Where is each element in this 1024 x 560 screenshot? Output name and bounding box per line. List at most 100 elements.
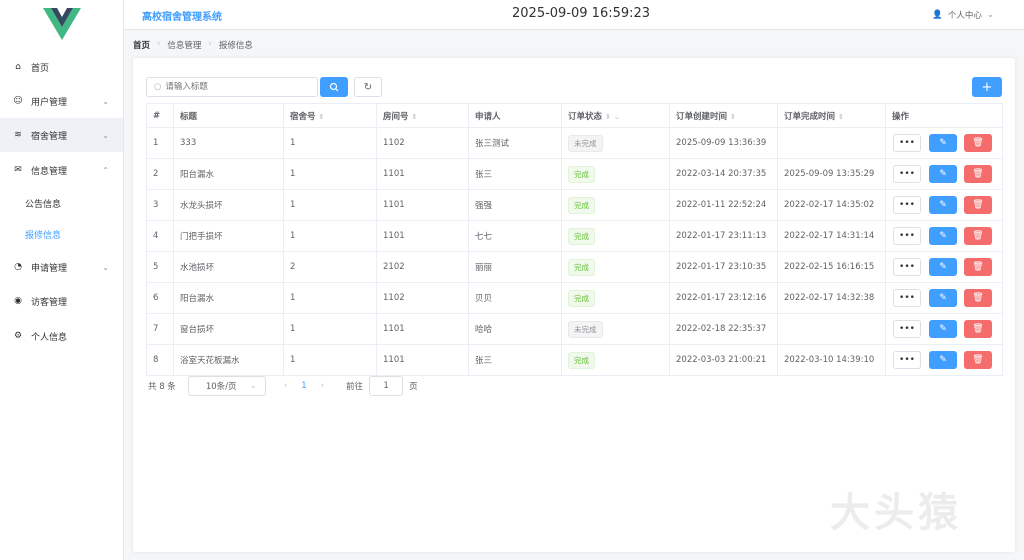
delete-button[interactable]: 🗑 xyxy=(964,196,992,214)
more-button[interactable]: ••• xyxy=(893,134,921,152)
edit-button[interactable]: ✎ xyxy=(929,258,957,276)
cell-text: 阳台漏水 xyxy=(180,170,215,180)
edit-button[interactable]: ✎ xyxy=(929,227,957,245)
table-cell: 浴室天花板漏水 xyxy=(173,344,284,376)
table-cell: 2022-01-17 23:12:16 xyxy=(669,282,778,314)
edit-button[interactable]: ✎ xyxy=(929,289,957,307)
next-page-button[interactable]: › xyxy=(321,381,324,391)
cell-text: 2022-02-17 14:32:38 xyxy=(784,293,875,303)
table-row: 8 浴室天花板漏水 1 1101 张三 完成 2022-03-03 21:00:21 2022… xyxy=(146,344,1003,376)
search-field[interactable] xyxy=(165,82,306,92)
more-button[interactable]: ••• xyxy=(893,165,921,183)
cell-text: 7 xyxy=(153,324,159,334)
more-button[interactable]: ••• xyxy=(893,227,921,245)
status-badge: 完成 xyxy=(568,258,595,276)
column-header[interactable]: 房间号 ⇕ xyxy=(376,103,469,128)
cell-text: 8 xyxy=(153,355,159,365)
table-cell: 丽丽 xyxy=(468,251,562,283)
delete-button[interactable]: 🗑 xyxy=(964,165,992,183)
table-cell: 完成 xyxy=(561,282,670,314)
delete-button[interactable]: 🗑 xyxy=(964,258,992,276)
cell-text: 门把手损坏 xyxy=(180,232,223,242)
breadcrumb-home[interactable]: 首页 xyxy=(133,39,150,51)
cell-text: 2022-02-15 16:16:15 xyxy=(784,262,875,272)
sort-icon[interactable]: ⇕ xyxy=(730,113,736,121)
cell-text: 1 xyxy=(290,293,296,303)
sidebar-item-1[interactable]: ⌂ 首页 xyxy=(0,50,123,84)
sort-icon[interactable]: ⇕ xyxy=(319,113,325,121)
cell-text: 哈哈 xyxy=(475,325,493,335)
sort-icon[interactable]: ⇕ xyxy=(838,113,844,121)
delete-button[interactable]: 🗑 xyxy=(964,320,992,338)
table-cell: 2022-02-15 16:16:15 xyxy=(777,251,886,283)
sidebar-item-6[interactable]: 报修信息 xyxy=(0,217,123,251)
delete-button[interactable]: 🗑 xyxy=(964,134,992,152)
table-cell: 333 xyxy=(173,127,284,159)
cell-text: 2022-01-17 23:10:35 xyxy=(676,262,767,272)
edit-button[interactable]: ✎ xyxy=(929,165,957,183)
column-header[interactable]: 订单创建时间 ⇕ xyxy=(669,103,778,128)
table-cell: 强强 xyxy=(468,189,562,221)
sidebar-item-5[interactable]: 公告信息 xyxy=(0,186,123,220)
delete-button[interactable]: 🗑 xyxy=(964,227,992,245)
delete-button[interactable]: 🗑 xyxy=(964,351,992,369)
user-menu[interactable]: 👤 个人中心 ⌄ xyxy=(932,9,994,21)
more-button[interactable]: ••• xyxy=(893,258,921,276)
column-header[interactable]: 宿舍号 ⇕ xyxy=(283,103,377,128)
edit-button[interactable]: ✎ xyxy=(929,351,957,369)
prev-page-button[interactable]: ‹ xyxy=(284,381,287,391)
table-cell: 2022-01-17 23:11:13 xyxy=(669,220,778,252)
table-row: 1 333 1 1102 张三测试 未完成 2025-09-09 13:36:39 ••• ✎ 🗑 xyxy=(146,127,1003,159)
sidebar-item-9[interactable]: ⚙ 个人信息 xyxy=(0,319,123,353)
table-cell: 1101 xyxy=(376,158,469,190)
table-cell: 完成 xyxy=(561,344,670,376)
add-button[interactable]: + xyxy=(972,77,1002,97)
edit-button[interactable]: ✎ xyxy=(929,196,957,214)
sidebar-item-3[interactable]: ≋ 宿舍管理 ⌄ xyxy=(0,118,123,152)
sidebar: ⌂ 首页 ☺ 用户管理 ⌄ ≋ 宿舍管理 ⌄ ✉ 信息管理 ⌃ 公告信息 报修信息 ◔ 申请管理 ⌄ ◉ 访客管理… xyxy=(0,0,124,560)
column-header[interactable]: 订单状态 ⇕ ⌄ xyxy=(561,103,670,128)
search-icon: ○ xyxy=(154,82,162,92)
column-header[interactable]: 订单完成时间 ⇕ xyxy=(777,103,886,128)
more-button[interactable]: ••• xyxy=(893,320,921,338)
page-size-value: 10条/页 xyxy=(205,382,237,392)
more-button[interactable]: ••• xyxy=(893,351,921,369)
sidebar-item-7[interactable]: ◔ 申请管理 ⌄ xyxy=(0,250,123,284)
more-button[interactable]: ••• xyxy=(893,196,921,214)
gear-icon: ⚙ xyxy=(13,331,23,341)
table-cell: 1102 xyxy=(376,282,469,314)
more-icon: ••• xyxy=(899,324,915,334)
table-cell: 1101 xyxy=(376,313,469,345)
filter-icon[interactable]: ⌄ xyxy=(614,113,620,121)
more-button[interactable]: ••• xyxy=(893,289,921,307)
cell-text: 丽丽 xyxy=(475,263,493,273)
sidebar-item-label: 用户管理 xyxy=(31,97,68,108)
sidebar-item-label: 宿舍管理 xyxy=(31,131,68,142)
cell-text: 1102 xyxy=(383,138,405,148)
page-size-select[interactable]: 10条/页 ⌄ xyxy=(187,376,266,396)
sidebar-item-4[interactable]: ✉ 信息管理 ⌃ xyxy=(0,153,123,187)
sidebar-item-2[interactable]: ☺ 用户管理 ⌄ xyxy=(0,84,123,118)
cell-text: 2022-02-17 14:31:14 xyxy=(784,231,875,241)
delete-button[interactable]: 🗑 xyxy=(964,289,992,307)
search-button[interactable] xyxy=(320,77,348,97)
sort-icon[interactable]: ⇕ xyxy=(412,113,418,121)
edit-icon: ✎ xyxy=(939,324,947,334)
sidebar-item-label: 访客管理 xyxy=(31,297,68,308)
cell-text: 张三测试 xyxy=(475,139,510,149)
trash-icon: 🗑 xyxy=(972,138,984,148)
sort-icon[interactable]: ⇕ xyxy=(605,113,611,121)
pagination: 共 8 条 10条/页 ⌄ ‹ 1 › 前往 页 xyxy=(148,376,418,396)
cell-text: 1 xyxy=(290,324,296,334)
watermark: 大头猿 xyxy=(830,490,962,536)
refresh-button[interactable]: ↻ xyxy=(354,77,382,97)
edit-button[interactable]: ✎ xyxy=(929,320,957,338)
table-cell: 1 xyxy=(146,127,174,159)
cell-text: 2022-01-17 23:11:13 xyxy=(676,231,767,241)
content-card: ○ ↻ + #标题宿舍号⇕房间号⇕申请人订单状态⇕⌄订单创建时间⇕订单完成时间⇕… xyxy=(133,58,1015,552)
sidebar-item-8[interactable]: ◉ 访客管理 xyxy=(0,284,123,318)
edit-button[interactable]: ✎ xyxy=(929,134,957,152)
page-number[interactable]: 1 xyxy=(301,381,306,391)
search-input[interactable]: ○ xyxy=(146,77,318,97)
goto-page-input[interactable] xyxy=(369,376,404,396)
